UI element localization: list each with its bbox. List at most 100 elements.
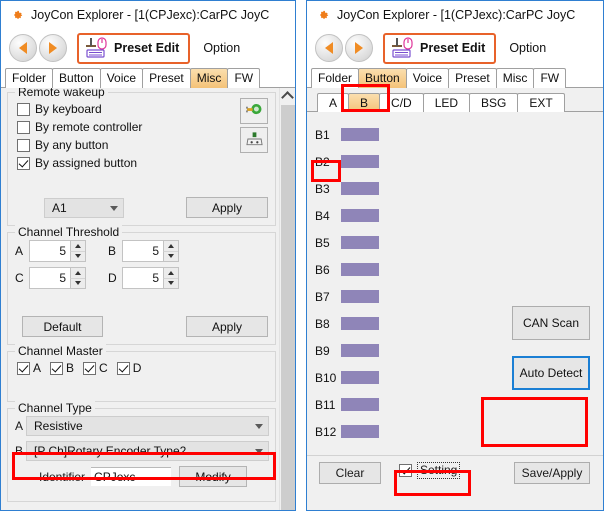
tab-misc[interactable]: Misc	[189, 68, 229, 88]
checkbox-label: By any button	[35, 138, 109, 152]
table-row[interactable]: B11	[315, 391, 379, 418]
spinner-up-icon[interactable]	[70, 268, 85, 279]
identifier-row: Identifier CPJexc Modify	[39, 466, 269, 487]
back-button[interactable]	[9, 34, 37, 62]
channel-type-select-b[interactable]: [P Ch]Rotary Encoder Type2	[26, 441, 269, 461]
tab-fw[interactable]: FW	[533, 68, 567, 88]
button-level-bar	[341, 344, 379, 357]
table-row[interactable]: B6	[315, 256, 379, 283]
threshold-spinner-c[interactable]: 5	[29, 267, 86, 289]
forward-button[interactable]	[345, 34, 373, 62]
subtab-b[interactable]: B	[348, 93, 381, 112]
preset-edit-button[interactable]: Preset Edit	[383, 32, 497, 64]
checkbox-by-assigned-button[interactable]: By assigned button	[17, 156, 269, 170]
tab-preset[interactable]: Preset	[448, 68, 497, 88]
threshold-value-a: 5	[59, 244, 66, 258]
tab-folder[interactable]: Folder	[311, 68, 360, 88]
spinner-down-icon[interactable]	[163, 278, 178, 288]
spinner-up-icon[interactable]	[163, 241, 178, 252]
assigned-button-select[interactable]: A1	[44, 198, 124, 218]
option-button[interactable]: Option	[203, 41, 240, 55]
table-row[interactable]: B8	[315, 310, 379, 337]
right-window-title: JoyCon Explorer - [1(CPJexc):CarPC JoyC	[337, 7, 576, 22]
checkbox-master-c[interactable]: C	[83, 361, 108, 375]
power-socket-button[interactable]	[240, 127, 268, 153]
tab-button[interactable]: Button	[358, 68, 407, 88]
spinner-arrows[interactable]	[70, 241, 85, 261]
power-plug-button[interactable]	[240, 98, 268, 124]
remote-wakeup-apply-button[interactable]: Apply	[186, 197, 268, 218]
identifier-input[interactable]: CPJexc	[91, 467, 172, 486]
right-toolbar: Preset Edit Option	[307, 28, 603, 68]
button-level-bar	[341, 182, 379, 195]
scrollbar-thumb[interactable]	[281, 105, 295, 510]
spinner-arrows[interactable]	[70, 268, 85, 288]
checkbox-by-any-button[interactable]: By any button	[17, 138, 269, 152]
tab-button[interactable]: Button	[52, 68, 101, 88]
tab-fw[interactable]: FW	[227, 68, 261, 88]
spinner-arrows[interactable]	[163, 268, 178, 288]
threshold-field-d: D 5	[108, 267, 179, 289]
default-label: Default	[43, 319, 82, 334]
button-label-b8: B8	[315, 316, 330, 331]
save-apply-button[interactable]: Save/Apply	[514, 462, 590, 484]
checkbox-box	[17, 120, 30, 134]
table-row[interactable]: B10	[315, 364, 379, 391]
left-panel-scrollbar[interactable]	[279, 88, 295, 510]
setting-checkbox[interactable]: Setting	[399, 462, 461, 479]
clear-button[interactable]: Clear	[319, 462, 381, 484]
threshold-spinner-d[interactable]: 5	[122, 267, 179, 289]
spinner-down-icon[interactable]	[163, 251, 178, 261]
tab-voice[interactable]: Voice	[405, 68, 450, 88]
table-row[interactable]: B2	[315, 148, 379, 175]
table-row[interactable]: B3	[315, 175, 379, 202]
table-row[interactable]: B12	[315, 418, 379, 445]
preset-edit-button[interactable]: Preset Edit	[77, 32, 191, 64]
checkbox-master-d[interactable]: D	[116, 361, 141, 375]
threshold-default-button[interactable]: Default	[22, 316, 103, 337]
button-level-bar	[341, 236, 379, 249]
tab-misc[interactable]: Misc	[495, 68, 535, 88]
table-row[interactable]: B5	[315, 229, 379, 256]
button-level-bar	[341, 263, 379, 276]
spinner-up-icon[interactable]	[70, 241, 85, 252]
scroll-up-button[interactable]	[280, 88, 295, 104]
subtab-led[interactable]: LED	[422, 93, 471, 112]
spinner-arrows[interactable]	[163, 241, 178, 261]
spinner-up-icon[interactable]	[163, 268, 178, 279]
checkbox-master-a[interactable]: A	[17, 361, 41, 375]
checkbox-by-remote-controller[interactable]: By remote controller	[17, 120, 269, 134]
table-row[interactable]: B1	[315, 121, 379, 148]
channel-type-row-a: A Resistive	[15, 416, 269, 436]
subtab-ext[interactable]: EXT	[517, 93, 565, 112]
subtab-cd[interactable]: C/D	[379, 93, 424, 112]
checkbox-box	[83, 361, 97, 375]
threshold-apply-button[interactable]: Apply	[186, 316, 268, 337]
channel-type-value-a: Resistive	[34, 419, 83, 433]
auto-detect-button[interactable]: Auto Detect	[512, 356, 590, 390]
tab-voice[interactable]: Voice	[99, 68, 144, 88]
checkbox-master-b[interactable]: B	[50, 361, 74, 375]
channel-type-select-a[interactable]: Resistive	[26, 416, 269, 436]
table-row[interactable]: B9	[315, 337, 379, 364]
button-level-bar	[341, 425, 379, 438]
button-level-bar	[341, 317, 379, 330]
back-button[interactable]	[315, 34, 343, 62]
apply-label: Apply	[211, 200, 243, 215]
can-scan-button[interactable]: CAN Scan	[512, 306, 590, 340]
spinner-down-icon[interactable]	[70, 251, 85, 261]
table-row[interactable]: B7	[315, 283, 379, 310]
subtab-bsg[interactable]: BSG	[469, 93, 519, 112]
spinner-down-icon[interactable]	[70, 278, 85, 288]
tab-folder[interactable]: Folder	[5, 68, 54, 88]
threshold-spinner-b[interactable]: 5	[122, 240, 179, 262]
table-row[interactable]: B4	[315, 202, 379, 229]
forward-button[interactable]	[39, 34, 67, 62]
modify-button[interactable]: Modify	[179, 466, 248, 487]
tab-preset[interactable]: Preset	[142, 68, 191, 88]
checkbox-by-keyboard[interactable]: By keyboard	[17, 102, 269, 116]
option-button[interactable]: Option	[509, 41, 546, 55]
subtab-a[interactable]: A	[317, 93, 350, 112]
right-panel-footer: Clear Setting Save/Apply	[307, 455, 603, 490]
threshold-spinner-a[interactable]: 5	[29, 240, 86, 262]
